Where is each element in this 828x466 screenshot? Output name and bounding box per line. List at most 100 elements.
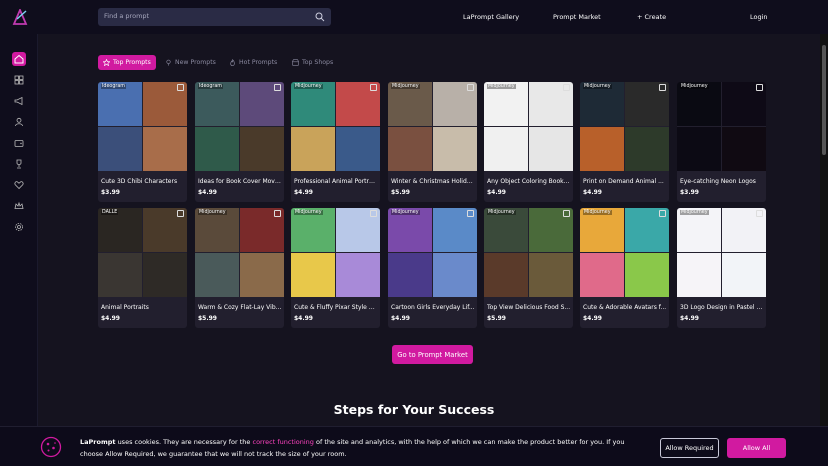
prompt-thumbnail[interactable] (291, 82, 380, 171)
prompt-thumbnail[interactable] (484, 82, 573, 171)
user-icon[interactable] (12, 115, 26, 129)
prompt-card[interactable]: DALLE Animal Portraits $4.99 (98, 208, 187, 328)
tab-hot-prompts[interactable]: Hot Prompts (224, 55, 282, 70)
card-title[interactable]: Print on Demand Animal ... (583, 178, 667, 185)
cookie-link[interactable]: correct functioning (253, 438, 314, 446)
gear-icon[interactable] (12, 220, 26, 234)
prompt-card[interactable]: Midjourney Warm & Cozy Flat-Lay Vib... $5.… (195, 208, 284, 328)
allow-required-button[interactable]: Allow Required (660, 438, 719, 458)
prompt-card[interactable]: Ideogram Cute 3D Chibi Characters $3.99 (98, 82, 187, 202)
expand-icon[interactable] (370, 84, 377, 91)
search-placeholder: Find a prompt (104, 12, 150, 20)
top-bar: Find a prompt LaPrompt Gallery Prompt Ma… (0, 0, 828, 34)
prompt-card[interactable]: Midjourney Eye-catching Neon Logos $3.99 (677, 82, 766, 202)
tab-label: Top Shops (302, 59, 334, 66)
prompt-card[interactable]: Midjourney Top View Delicious Food S... $5… (484, 208, 573, 328)
card-price: $4.99 (294, 315, 313, 322)
heart-icon[interactable] (12, 178, 26, 192)
cookie-text: LaPrompt uses cookies. They are necessar… (80, 436, 640, 460)
card-price: $4.99 (198, 189, 217, 196)
grid-icon[interactable] (12, 73, 26, 87)
login-link[interactable]: Login (750, 13, 768, 21)
prompt-thumbnail[interactable] (195, 208, 284, 297)
crown-icon[interactable] (12, 199, 26, 213)
prompt-thumbnail[interactable] (388, 208, 477, 297)
expand-icon[interactable] (177, 84, 184, 91)
prompt-card[interactable]: Midjourney Cute & Adorable Avatars f... $4… (580, 208, 669, 328)
card-title[interactable]: Cute 3D Chibi Characters (101, 178, 185, 185)
prompt-card[interactable]: Midjourney Any Object Coloring Book ... $4… (484, 82, 573, 202)
model-badge: Midjourney (487, 210, 516, 215)
card-title[interactable]: Cute & Fluffy Pixar Style A... (294, 304, 378, 311)
megaphone-icon[interactable] (12, 94, 26, 108)
card-price: $5.99 (391, 189, 410, 196)
card-title[interactable]: Professional Animal Portra... (294, 178, 378, 185)
card-title[interactable]: Animal Portraits (101, 304, 185, 311)
expand-icon[interactable] (177, 210, 184, 217)
model-badge: Ideogram (101, 84, 126, 89)
expand-icon[interactable] (274, 84, 281, 91)
card-title[interactable]: Top View Delicious Food S... (487, 304, 571, 311)
tab-top-shops[interactable]: Top Shops (287, 55, 338, 70)
model-badge: DALLE (101, 210, 119, 215)
card-title[interactable]: 3D Logo Design in Pastel C... (680, 304, 764, 311)
prompt-thumbnail[interactable] (98, 208, 187, 297)
trophy-icon[interactable] (12, 157, 26, 171)
expand-icon[interactable] (659, 84, 666, 91)
expand-icon[interactable] (274, 210, 281, 217)
tab-top-prompts[interactable]: Top Prompts (98, 55, 156, 70)
allow-all-button[interactable]: Allow All (727, 438, 786, 458)
model-badge: Midjourney (583, 210, 612, 215)
home-icon[interactable] (12, 52, 26, 66)
scrollbar-thumb[interactable] (822, 45, 826, 155)
prompt-thumbnail[interactable] (195, 82, 284, 171)
expand-icon[interactable] (659, 210, 666, 217)
logo-icon[interactable] (12, 9, 28, 25)
prompt-thumbnail[interactable] (98, 82, 187, 171)
expand-icon[interactable] (756, 210, 763, 217)
prompt-card[interactable]: Midjourney Professional Animal Portra... $… (291, 82, 380, 202)
card-title[interactable]: Cartoon Girls Everyday Lif... (391, 304, 475, 311)
card-title[interactable]: Cute & Adorable Avatars f... (583, 304, 667, 311)
search-input[interactable]: Find a prompt (98, 8, 331, 26)
nav-prompt-market[interactable]: Prompt Market (553, 13, 601, 21)
prompt-thumbnail[interactable] (580, 208, 669, 297)
prompt-card[interactable]: Midjourney 3D Logo Design in Pastel C... $… (677, 208, 766, 328)
prompt-card[interactable]: Ideogram Ideas for Book Cover Movi... $4.9… (195, 82, 284, 202)
prompt-card[interactable]: Midjourney Cartoon Girls Everyday Lif... $… (388, 208, 477, 328)
prompt-thumbnail[interactable] (291, 208, 380, 297)
star-icon (103, 59, 110, 66)
expand-icon[interactable] (467, 210, 474, 217)
expand-icon[interactable] (370, 210, 377, 217)
card-title[interactable]: Warm & Cozy Flat-Lay Vib... (198, 304, 282, 311)
search-icon[interactable] (315, 12, 325, 22)
cookie-banner: LaPrompt uses cookies. They are necessar… (0, 426, 828, 466)
expand-icon[interactable] (563, 210, 570, 217)
expand-icon[interactable] (467, 84, 474, 91)
prompt-thumbnail[interactable] (677, 82, 766, 171)
flame-icon (230, 59, 235, 66)
expand-icon[interactable] (756, 84, 763, 91)
prompt-thumbnail[interactable] (388, 82, 477, 171)
cookie-text-part1: uses cookies. They are necessary for the (115, 438, 253, 446)
prompt-thumbnail[interactable] (580, 82, 669, 171)
prompt-card[interactable]: Midjourney Print on Demand Animal ... $4.9… (580, 82, 669, 202)
card-title[interactable]: Ideas for Book Cover Movi... (198, 178, 282, 185)
go-to-market-button[interactable]: Go to Prompt Market (392, 345, 473, 364)
card-price: $4.99 (583, 189, 602, 196)
nav-gallery[interactable]: LaPrompt Gallery (463, 13, 519, 21)
prompt-card[interactable]: Midjourney Winter & Christmas Holida... $5… (388, 82, 477, 202)
tab-new-prompts[interactable]: New Prompts (160, 55, 221, 70)
prompt-thumbnail[interactable] (484, 208, 573, 297)
prompt-thumbnail[interactable] (677, 208, 766, 297)
tab-label: Hot Prompts (239, 59, 278, 66)
nav-create[interactable]: + Create (637, 13, 666, 21)
prompt-card[interactable]: Midjourney Cute & Fluffy Pixar Style A...… (291, 208, 380, 328)
wallet-icon[interactable] (12, 136, 26, 150)
card-price: $4.99 (583, 315, 602, 322)
card-title[interactable]: Any Object Coloring Book ... (487, 178, 571, 185)
card-title[interactable]: Eye-catching Neon Logos (680, 178, 764, 185)
expand-icon[interactable] (563, 84, 570, 91)
card-price: $5.99 (487, 315, 506, 322)
card-title[interactable]: Winter & Christmas Holida... (391, 178, 475, 185)
